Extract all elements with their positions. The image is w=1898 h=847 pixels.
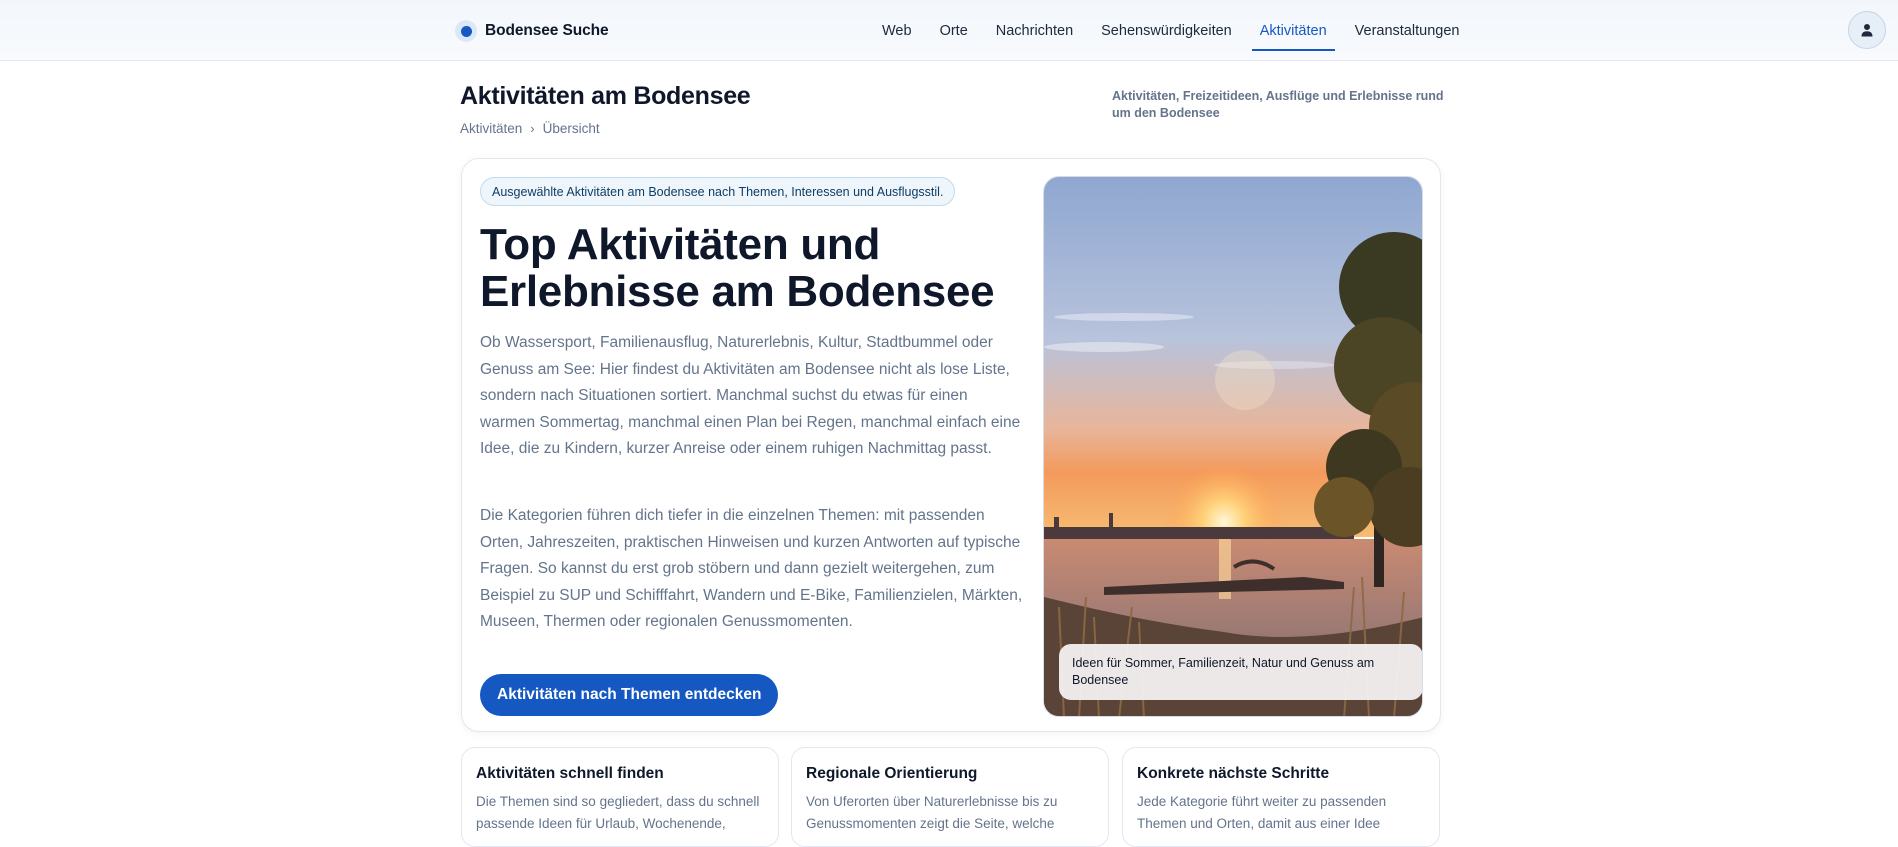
explore-activities-button[interactable]: Aktivitäten nach Themen entdecken	[480, 674, 779, 716]
nav-item-aktivitaeten[interactable]: Aktivitäten	[1246, 0, 1341, 61]
page-title: Aktivitäten am Bodensee	[460, 82, 751, 110]
hero-tag: Ausgewählte Aktivitäten am Bodensee nach…	[480, 177, 956, 206]
main-nav: Web Orte Nachrichten Sehenswürdigkeiten …	[868, 0, 1473, 61]
nav-item-sehenswuerdigkeiten[interactable]: Sehenswürdigkeiten	[1087, 0, 1246, 61]
hero-heading: Top Aktivitäten und Erlebnisse am Bodens…	[480, 220, 995, 316]
nav-item-web[interactable]: Web	[868, 0, 926, 61]
hero-card: Ausgewählte Aktivitäten am Bodensee nach…	[461, 158, 1441, 732]
user-icon	[1861, 24, 1873, 37]
feature-card-next-steps[interactable]: Konkrete nächste Schritte Jede Kategorie…	[1122, 747, 1440, 847]
hero-paragraph-2: Die Kategorien führen dich tiefer in die…	[480, 507, 1023, 630]
nav-item-veranstaltungen[interactable]: Veranstaltungen	[1341, 0, 1474, 61]
brand-dot-icon	[455, 20, 477, 42]
feature-text: Jede Kategorie führt weiter zu passenden…	[1137, 794, 1387, 831]
breadcrumb-item-uebersicht: Übersicht	[542, 121, 600, 136]
top-navigation-bar: Bodensee Suche Web Orte Nachrichten Sehe…	[0, 0, 1898, 61]
feature-title: Konkrete nächste Schritte	[1137, 765, 1330, 782]
sunset-lake-photo	[1044, 177, 1422, 716]
nav-item-nachrichten[interactable]: Nachrichten	[982, 0, 1087, 61]
feature-card-quick-find[interactable]: Aktivitäten schnell finden Die Themen si…	[461, 747, 779, 847]
nav-item-orte[interactable]: Orte	[926, 0, 982, 61]
feature-text: Die Themen sind so gegliedert, dass du s…	[476, 794, 760, 831]
account-button[interactable]	[1848, 11, 1886, 49]
feature-title: Regionale Orientierung	[806, 765, 978, 782]
breadcrumb: Aktivitäten › Übersicht	[460, 121, 600, 136]
feature-card-regional-orientation[interactable]: Regionale Orientierung Von Uferorten übe…	[791, 747, 1109, 847]
brand-logo[interactable]: Bodensee Suche	[455, 18, 609, 44]
feature-text: Von Uferorten über Naturerlebnisse bis z…	[806, 794, 1058, 831]
page-description: Aktivitäten, Freizeitideen, Ausflüge und…	[1112, 89, 1444, 120]
feature-title: Aktivitäten schnell finden	[476, 765, 664, 782]
brand-name: Bodensee Suche	[485, 22, 609, 39]
hero-paragraph-1: Ob Wassersport, Familienausflug, Naturer…	[480, 334, 1021, 457]
chevron-right-icon: ›	[530, 121, 535, 136]
image-caption: Ideen für Sommer, Familienzeit, Natur un…	[1059, 644, 1422, 700]
hero-image: Ideen für Sommer, Familienzeit, Natur un…	[1043, 176, 1423, 717]
breadcrumb-item-aktivitaeten[interactable]: Aktivitäten	[460, 121, 522, 136]
